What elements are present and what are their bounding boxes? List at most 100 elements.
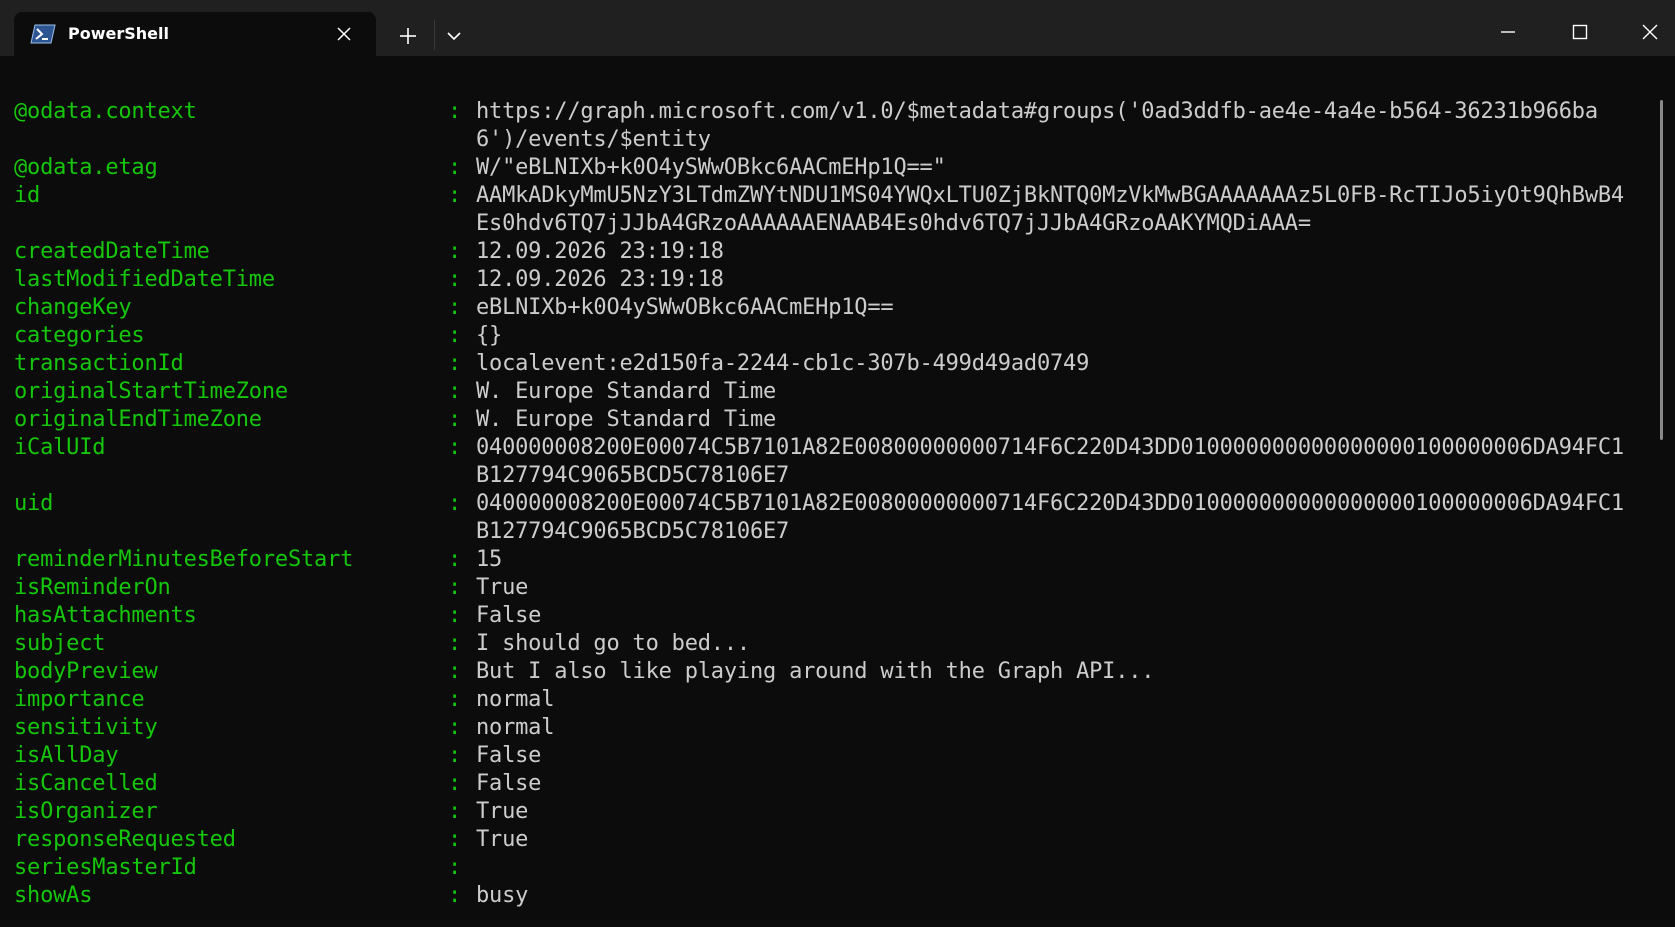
property-separator: : — [448, 239, 462, 264]
property-value: busy — [476, 883, 529, 908]
property-name: categories — [14, 323, 145, 348]
property-value: eBLNIXb+k0O4ySWwOBkc6AACmEHp1Q== — [476, 295, 894, 320]
output-row: importance: normal — [14, 686, 1636, 714]
property-value — [476, 854, 1636, 882]
output-row: @odata.context: https://graph.microsoft.c… — [14, 98, 1636, 154]
property-value: 12.09.2026 23:19:18 — [476, 267, 724, 292]
output-row: seriesMasterId: — [14, 854, 1636, 882]
output-row: categories: {} — [14, 322, 1636, 350]
property-value: I should go to bed... — [476, 631, 750, 656]
property-separator: : — [448, 799, 462, 824]
property-value: https://graph.microsoft.com/v1.0/$metada… — [476, 99, 1598, 152]
output-row: uid:040000008200E00074C5B7101A82E0080000… — [14, 490, 1636, 546]
property-name: showAs — [14, 883, 93, 908]
property-separator: : — [448, 155, 462, 180]
property-separator: : — [448, 547, 462, 572]
property-name: isOrganizer — [14, 799, 158, 824]
output-row: sensitivity: normal — [14, 714, 1636, 742]
property-name: bodyPreview — [14, 659, 158, 684]
property-value: 12.09.2026 23:19:18 — [476, 239, 724, 264]
property-name: sensitivity — [14, 715, 158, 740]
property-name: isCancelled — [14, 771, 158, 796]
property-value: W. Europe Standard Time — [476, 407, 777, 432]
minimize-icon[interactable] — [1488, 14, 1528, 50]
powershell-icon — [30, 24, 56, 44]
property-value: 15 — [476, 547, 503, 572]
property-name: hasAttachments — [14, 603, 197, 628]
property-value: But I also like playing around with the … — [476, 659, 1155, 684]
property-value: localevent:e2d150fa-2244-cb1c-307b-499d4… — [476, 351, 1090, 376]
property-value: False — [476, 771, 542, 796]
property-separator: : — [448, 323, 462, 348]
property-separator: : — [448, 631, 462, 656]
property-name: originalEndTimeZone — [14, 407, 262, 432]
output-row: changeKey: eBLNIXb+k0O4ySWwOBkc6AACmEHp1Q… — [14, 294, 1636, 322]
output-row: isOrganizer: True — [14, 798, 1636, 826]
close-icon[interactable] — [1630, 14, 1670, 50]
property-separator: : — [448, 267, 462, 292]
property-name: subject — [14, 631, 106, 656]
tab-powershell[interactable]: PowerShell — [14, 12, 376, 56]
property-value: normal — [476, 715, 555, 740]
tab-title: PowerShell — [68, 24, 169, 43]
property-separator: : — [448, 715, 462, 740]
output-row: isAllDay: False — [14, 742, 1636, 770]
plus-icon[interactable] — [396, 24, 420, 48]
property-name: changeKey — [14, 295, 132, 320]
property-value: False — [476, 743, 542, 768]
property-value: {} — [476, 323, 503, 348]
property-separator: : — [448, 687, 462, 712]
output-row: isReminderOn: True — [14, 574, 1636, 602]
property-separator: : — [448, 743, 462, 768]
output-row: transactionId: localevent:e2d150fa-2244-c… — [14, 350, 1636, 378]
property-name: importance — [14, 687, 145, 712]
title-bar: PowerShell — [0, 0, 1675, 56]
property-value: 040000008200E00074C5B7101A82E00800000000… — [476, 435, 1624, 488]
property-value: True — [476, 575, 529, 600]
property-name: iCalUId — [14, 435, 106, 460]
property-name: @odata.context — [14, 99, 197, 124]
output-row: @odata.etag: W/"eBLNIXb+k0O4ySWwOBkc6AACm… — [14, 154, 1636, 182]
property-separator: : — [448, 771, 462, 796]
property-separator: : — [448, 351, 462, 376]
property-separator: : — [448, 575, 462, 600]
output-row: originalStartTimeZone: W. Europe Standard… — [14, 378, 1636, 406]
property-separator: : — [448, 855, 462, 880]
property-name: lastModifiedDateTime — [14, 267, 275, 292]
output-row: originalEndTimeZone: W. Europe Standard T… — [14, 406, 1636, 434]
property-value: False — [476, 603, 542, 628]
property-separator: : — [448, 379, 462, 404]
property-value: normal — [476, 687, 555, 712]
terminal-window: PowerShell @odata.context: https://grap… — [0, 0, 1675, 927]
scrollbar[interactable] — [1660, 100, 1663, 440]
property-name: createdDateTime — [14, 239, 210, 264]
output-row: iCalUId:040000008200E00074C5B7101A82E008… — [14, 434, 1636, 490]
property-separator: : — [448, 183, 462, 208]
property-name: originalStartTimeZone — [14, 379, 288, 404]
output-row: responseRequested: True — [14, 826, 1636, 854]
property-name: reminderMinutesBeforeStart — [14, 547, 354, 572]
close-tab-icon[interactable] — [334, 24, 354, 44]
property-name: @odata.etag — [14, 155, 158, 180]
property-name: id — [14, 183, 41, 208]
property-separator: : — [448, 99, 462, 124]
output-row: createdDateTime:12.09.2026 23:19:18 — [14, 238, 1636, 266]
chevron-down-icon[interactable] — [442, 24, 466, 48]
property-separator: : — [448, 659, 462, 684]
property-separator: : — [448, 491, 462, 516]
output-row: showAs: busy — [14, 882, 1636, 910]
property-name: uid — [14, 491, 54, 516]
output-lines: @odata.context: https://graph.microsoft.c… — [14, 98, 1636, 910]
property-separator: : — [448, 407, 462, 432]
property-separator: : — [448, 295, 462, 320]
property-value: W/"eBLNIXb+k0O4ySWwOBkc6AACmEHp1Q==" — [476, 155, 946, 180]
property-value: True — [476, 799, 529, 824]
property-name: responseRequested — [14, 827, 236, 852]
property-separator: : — [448, 883, 462, 908]
property-value: True — [476, 827, 529, 852]
terminal-output-area[interactable]: @odata.context: https://graph.microsoft.c… — [0, 56, 1660, 927]
property-separator: : — [448, 603, 462, 628]
property-name: seriesMasterId — [14, 855, 197, 880]
output-row: bodyPreview: But I also like playing arou… — [14, 658, 1636, 686]
maximize-icon[interactable] — [1560, 14, 1600, 50]
